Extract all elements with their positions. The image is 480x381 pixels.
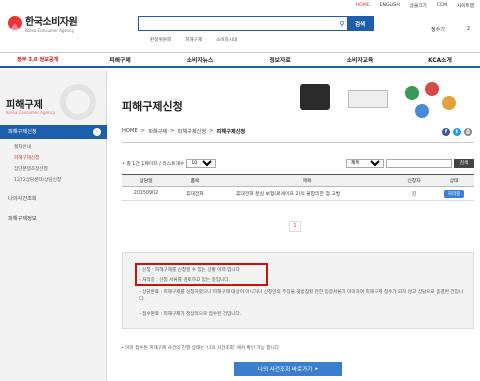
status-notice: - 신청 : 피해구제를 신청할 수 있는 상황 이력 입니다 - 처리중 : … [122, 252, 474, 329]
col-header: 상담일 [122, 174, 170, 187]
table-row[interactable]: 20150902 휴대전화 휴대전화 분실 보험(로세이프 2)의 불합리한 점… [122, 186, 474, 201]
footnote: • 이미 접수된 피해구제 사건의 진행 상태는 '나의 사건조회' 에서 확인… [121, 346, 280, 351]
font-size-link[interactable]: 글꼴크기 [410, 3, 427, 9]
breadcrumb: HOME > 피해구제 > 피해구제신청 > 피해구제신청 [122, 128, 246, 135]
ccm-link[interactable]: CCM [437, 3, 447, 9]
sidebar-subtitle: Korea Consumer Agency [6, 110, 56, 115]
quick-link[interactable]: 판정위원회 [150, 37, 171, 43]
list-search-button[interactable]: 검색 [454, 158, 474, 168]
member-link[interactable]: 정수기 [431, 26, 445, 33]
quick-link[interactable]: 소비자시대 [216, 37, 237, 43]
share-buttons: f t ⎙ [442, 128, 472, 136]
notice-line: - 신청 : 피해구제를 신청할 수 있는 상황 이력 입니다 [139, 268, 240, 273]
keyword-input[interactable] [386, 158, 452, 168]
badge-icon [405, 86, 419, 100]
site-logo[interactable]: 한국소비자원 Korea Consumer Agency [8, 13, 78, 33]
button-label: 나의 사건조회 바로가기 [257, 367, 313, 373]
sidebar-subitem[interactable]: 피해구제신청 [14, 155, 39, 161]
nav-item[interactable]: 정보자료 [240, 55, 320, 64]
quick-links: 판정위원회 피해구제 소비자시대 [150, 37, 237, 43]
logo-text: 한국소비자원 [25, 17, 78, 28]
badge-icon [442, 96, 456, 110]
header-illustration [290, 78, 470, 126]
sidebar-item[interactable]: 피해구제정보 [8, 215, 37, 222]
sidebar-item-label: 피해구제신청 [8, 129, 37, 135]
col-header: 품목 [170, 174, 220, 187]
search-input[interactable] [139, 17, 337, 30]
divider [122, 142, 474, 143]
twitter-icon[interactable]: t [453, 128, 461, 136]
nav-item[interactable]: 소비자뉴스 [160, 55, 240, 64]
facebook-icon[interactable]: f [442, 128, 450, 136]
quick-link[interactable]: 피해구제 [185, 37, 202, 43]
breadcrumb-current: 피해구제신청 [216, 129, 246, 135]
sidebar-item[interactable]: 나의사건조회 [8, 195, 37, 202]
list-toolbar: • 총 1건 1페이지 / 리스트개수 10 제목 검색 [122, 158, 474, 168]
breadcrumb-item[interactable]: HOME [122, 128, 138, 135]
breadcrumb-item[interactable]: 피해구제신청 [178, 128, 207, 135]
col-header: 제목 [220, 174, 394, 187]
page-title: 피해구제신청 [122, 100, 183, 113]
search-button[interactable]: 검색 [347, 17, 373, 30]
sitemap-link[interactable]: 사이트맵 [457, 3, 474, 9]
basket-count[interactable]: 2 [467, 26, 470, 33]
sidebar-subitem[interactable]: 집단분쟁조정신청 [14, 166, 48, 172]
sidebar: 피해구제 Korea Consumer Agency 피해구제신청 › 절차안내… [0, 70, 107, 381]
sidebar-title: 피해구제 [6, 100, 43, 111]
sidebar-subitem[interactable]: 절차안내 [14, 144, 31, 150]
cell-title[interactable]: 휴대전화 분실 보험(로세이프 2)의 불합리한 점 고발 [220, 186, 394, 201]
cell-date: 20150902 [122, 186, 170, 201]
breadcrumb-item[interactable]: 피해구제 [148, 128, 167, 135]
col-header: 상태 [434, 174, 474, 187]
english-link[interactable]: ENGLISH [380, 3, 400, 9]
utility-bar: HOME ENGLISH 글꼴크기 CCM 사이트맵 [356, 3, 474, 9]
sidebar-item-active[interactable]: 피해구제신청 › [0, 125, 107, 139]
chevron-right-icon: › [93, 128, 101, 136]
badge-icon [425, 82, 439, 96]
telephone-icon [300, 84, 330, 110]
status-badge[interactable]: 처리중 [443, 189, 465, 198]
cell-item: 휴대전화 [170, 186, 220, 201]
search-field-select[interactable]: 제목 [346, 158, 384, 168]
badge-icon [415, 104, 429, 118]
home-link[interactable]: HOME [356, 3, 370, 9]
nav-gov30[interactable]: 정부 3.0 정보공개 [0, 56, 80, 63]
nav-item[interactable]: 소비자교육 [320, 55, 400, 64]
header-right: 정수기 2 [431, 26, 470, 33]
search-bar: ⚲ 검색 [138, 16, 374, 31]
notice-line: - 처리중 : 신청 서류를 검토하고 있는 중입니다. [139, 278, 230, 283]
col-header: 신청자 [394, 174, 434, 187]
cell-applicant: 김 [394, 186, 434, 201]
nav-item[interactable]: 피해구제 [80, 55, 160, 64]
decorative-ring [60, 84, 96, 120]
my-case-button[interactable]: 나의 사건조회 바로가기 ▸ [234, 362, 342, 376]
sidebar-subitem[interactable]: 1372상담센터/상담신청 [14, 177, 61, 183]
notice-line: - 상담완료 : 피해구제를 신청하였으나 피해구제 대상이 아니거나 신청인의… [139, 290, 464, 302]
arrow-right-icon: ▸ [315, 366, 319, 372]
main-nav: 정부 3.0 정보공개 피해구제 소비자뉴스 정보자료 소비자교육 KCA소개 [0, 52, 480, 68]
nav-item[interactable]: KCA소개 [400, 55, 480, 64]
logo-mark-icon [8, 16, 22, 30]
print-icon[interactable]: ⎙ [464, 128, 472, 136]
logo-subtext: Korea Consumer Agency [25, 28, 75, 33]
cell-status: 처리중 [434, 186, 474, 201]
list-info: • 총 1건 1페이지 / 리스트개수 [122, 161, 185, 167]
search-icon: ⚲ [339, 19, 345, 28]
case-table: 상담일 품목 제목 신청자 상태 20150902 휴대전화 휴대전화 분실 보… [122, 174, 474, 201]
list-count-select[interactable]: 10 [186, 158, 217, 168]
page-number[interactable]: 1 [289, 221, 301, 232]
notice-line: - 접수완료 : 피해구제가 정상적으로 접수된 건입니다. [139, 312, 242, 317]
keyboard-icon [348, 90, 388, 108]
